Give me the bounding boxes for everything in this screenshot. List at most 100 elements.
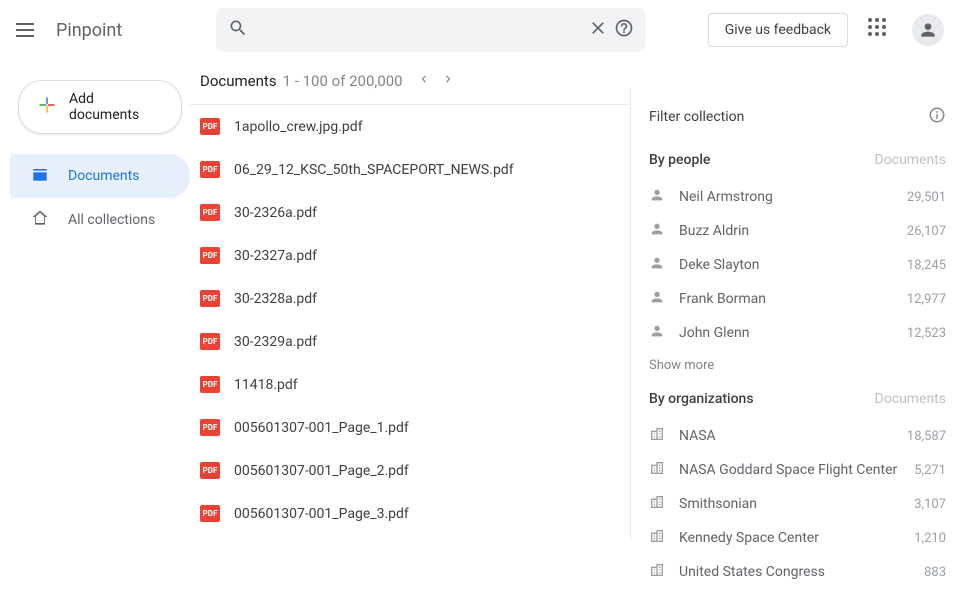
filter-item-count: 12,977 [907,292,946,307]
sidebar-item-all-collections[interactable]: All collections [10,198,190,242]
sidebar-item-label: All collections [68,212,155,228]
document-row[interactable]: PDF 30-2329a.pdf [200,320,630,363]
filter-item-count: 29,501 [907,190,946,205]
info-icon[interactable] [928,106,946,128]
filter-org-row[interactable]: NASA18,587 [649,419,946,453]
pdf-icon: PDF [200,419,220,436]
pdf-icon: PDF [200,462,220,479]
document-row[interactable]: PDF 005601307-001_Page_2.pdf [200,449,630,492]
filter-orgs-header: By organizations Documents [649,391,946,407]
filter-item-count: 883 [924,565,946,580]
home-icon [30,208,50,232]
pdf-icon: PDF [200,376,220,393]
show-more-people[interactable]: Show more [649,350,946,391]
documents-range: 1 - 100 of 200,000 [283,72,403,90]
filter-item-name: United States Congress [679,564,924,580]
pdf-icon: PDF [200,333,220,350]
filter-item-count: 3,107 [914,497,946,512]
clear-search-icon[interactable] [588,18,608,42]
organization-icon [649,528,665,548]
organization-icon [649,562,665,582]
filter-item-count: 5,271 [914,463,946,478]
filter-people-label: By people [649,152,710,168]
person-icon [649,289,665,309]
document-row[interactable]: PDF30-2327a.pdf [200,234,630,277]
next-page-icon[interactable] [441,72,455,90]
prev-page-icon[interactable] [417,72,431,90]
filter-item-count: 12,523 [907,326,946,341]
document-row[interactable]: PDF 005601307-001_Page_3.pdf [200,492,630,535]
add-documents-button[interactable]: Add documents [18,80,182,134]
brand-label: Pinpoint [56,20,122,41]
document-name: 30-2326a.pdf [234,205,317,221]
document-row[interactable]: PDF 1apollo_crew.jpg.pdf [200,105,630,148]
organization-icon [649,460,665,480]
document-row[interactable]: PDF 11418.pdf [200,363,630,406]
document-name: 11418.pdf [234,377,298,393]
documents-icon [30,164,50,188]
filter-item-name: Buzz Aldrin [679,223,907,239]
plus-icon [37,95,57,119]
document-name: 1apollo_crew.jpg.pdf [234,119,363,135]
filter-person-row[interactable]: John Glenn12,523 [649,316,946,350]
filter-people-doclabel: Documents [875,152,946,168]
pdf-icon: PDF [200,118,220,135]
filter-orgs-label: By organizations [649,391,754,407]
feedback-button[interactable]: Give us feedback [708,13,848,47]
pdf-icon: PDF [200,290,220,307]
pdf-icon: PDF [200,161,220,178]
document-name: 005601307-001_Page_2.pdf [234,463,409,479]
filter-item-name: Smithsonian [679,496,914,512]
filter-header: Filter collection [649,106,946,128]
sidebar: Add documents Documents All collections [0,60,200,540]
pdf-icon: PDF [200,505,220,522]
document-name: 06_29_12_KSC_50th_SPACEPORT_NEWS.pdf [234,162,514,178]
document-row[interactable]: PDF 06_29_12_KSC_50th_SPACEPORT_NEWS.pdf [200,148,630,191]
filter-org-row[interactable]: Kennedy Space Center1,210 [649,521,946,555]
filter-item-name: Kennedy Space Center [679,530,914,546]
help-icon[interactable] [614,18,634,42]
apps-icon[interactable] [868,18,892,42]
documents-title: Documents [200,72,277,90]
search-icon [228,18,248,42]
document-name: 005601307-001_Page_3.pdf [234,506,409,522]
search-bar[interactable] [216,8,646,52]
filter-org-row[interactable]: Smithsonian3,107 [649,487,946,521]
filter-item-name: NASA [679,428,907,444]
person-icon [649,323,665,343]
account-avatar[interactable] [912,14,944,46]
filter-people-header: By people Documents [649,152,946,168]
filter-person-row[interactable]: Frank Borman12,977 [649,282,946,316]
document-row[interactable]: PDF30-2326a.pdf [200,191,630,234]
filter-org-row[interactable]: NASA Goddard Space Flight Center5,271 [649,453,946,487]
search-input[interactable] [248,21,582,39]
person-icon [649,255,665,275]
filter-panel: Filter collection By people Documents Ne… [630,88,960,540]
document-row[interactable]: PDF005601307-001_Page_1.pdf [200,406,630,449]
filter-item-count: 1,210 [914,531,946,546]
header-actions: Give us feedback [708,13,944,47]
document-row[interactable]: PDF 30-2328a.pdf [200,277,630,320]
menu-icon[interactable] [16,18,40,42]
filter-person-row[interactable]: Neil Armstrong29,501 [649,180,946,214]
filter-item-name: NASA Goddard Space Flight Center [679,462,914,478]
document-name: 30-2327a.pdf [234,248,317,264]
document-name: 30-2329a.pdf [234,334,317,350]
document-list-column: Documents 1 - 100 of 200,000 PDF 1apollo_… [200,60,630,540]
pager [417,72,455,90]
person-icon [649,187,665,207]
add-documents-label: Add documents [69,91,163,123]
documents-header: Documents 1 - 100 of 200,000 [200,60,630,104]
filter-person-row[interactable]: Buzz Aldrin26,107 [649,214,946,248]
filter-orgs-doclabel: Documents [875,391,946,407]
person-icon [649,221,665,241]
filter-item-count: 18,587 [907,429,946,444]
sidebar-item-documents[interactable]: Documents [10,154,190,198]
filter-person-row[interactable]: Deke Slayton18,245 [649,248,946,282]
sidebar-item-label: Documents [68,168,139,184]
app-header: Pinpoint Give us feedback [0,0,960,60]
document-name: 30-2328a.pdf [234,291,317,307]
filter-item-name: John Glenn [679,325,907,341]
filter-org-row[interactable]: United States Congress883 [649,555,946,589]
filter-title: Filter collection [649,109,744,125]
